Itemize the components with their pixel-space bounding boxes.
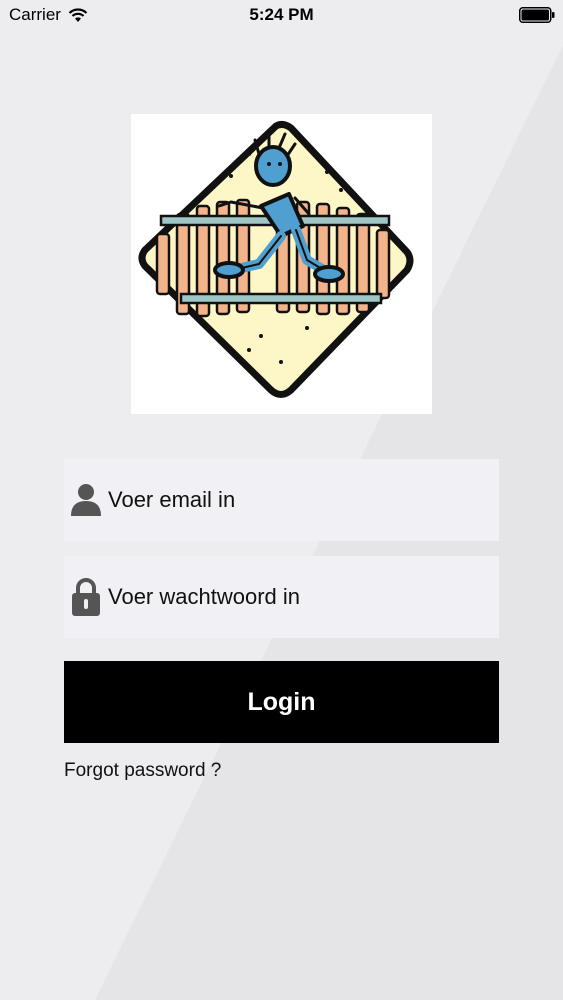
email-field[interactable] xyxy=(64,459,499,541)
status-bar: Carrier 5:24 PM xyxy=(0,0,563,32)
login-button[interactable]: Login xyxy=(64,661,499,743)
app-logo xyxy=(131,114,432,414)
email-input[interactable] xyxy=(108,487,488,513)
user-icon xyxy=(64,483,108,517)
password-input[interactable] xyxy=(108,584,488,610)
forgot-password-link[interactable]: Forgot password ? xyxy=(64,760,221,782)
password-field[interactable] xyxy=(64,556,499,638)
status-time: 5:24 PM xyxy=(249,5,314,24)
battery-icon xyxy=(519,7,555,23)
railroad-crossing-pedestrian-sign xyxy=(138,120,414,398)
lock-icon xyxy=(64,577,108,617)
